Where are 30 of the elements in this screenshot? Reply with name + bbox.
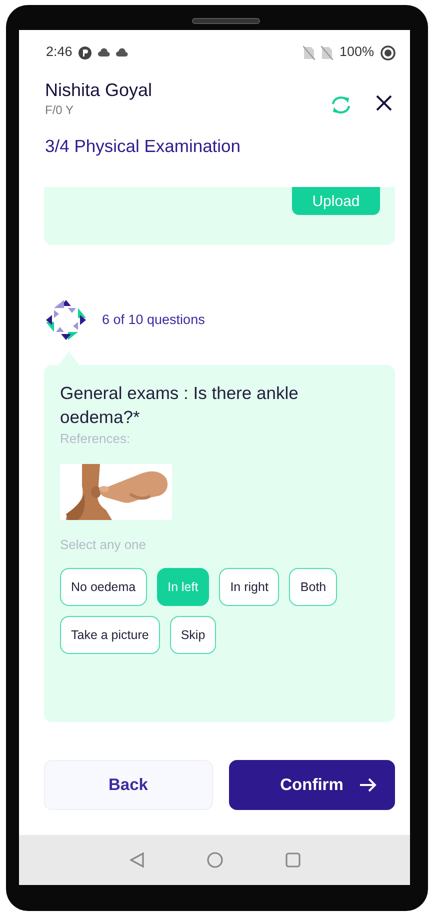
back-nav-icon[interactable] — [128, 852, 144, 868]
battery-icon — [380, 44, 396, 60]
speaker-grille — [192, 18, 260, 24]
question-count: 6 of 10 questions — [102, 310, 205, 329]
patient-info: F/0 Y — [45, 102, 74, 119]
status-time: 2:46 — [46, 43, 72, 62]
battery-percentage: 100% — [339, 43, 374, 62]
references-label: References: — [60, 430, 132, 448]
question-text: General exams : Is there ankle oedema?* — [60, 382, 300, 429]
no-sim-icon — [303, 46, 316, 60]
patient-name: Nishita Goyal — [45, 79, 154, 101]
confirm-button[interactable]: Confirm — [228, 760, 395, 810]
refresh-icon[interactable] — [330, 95, 352, 115]
close-icon[interactable] — [376, 95, 392, 111]
arrow-right-icon — [359, 777, 377, 793]
home-nav-icon[interactable] — [206, 852, 222, 868]
option-chip[interactable]: Take a picture — [60, 616, 160, 654]
instruction-text: Select any one — [60, 536, 148, 554]
option-chip[interactable]: Skip — [170, 616, 216, 654]
back-button[interactable]: Back — [44, 760, 212, 810]
section-title: 3/4 Physical Examination — [45, 135, 242, 158]
no-sim-icon — [321, 46, 334, 60]
option-chip[interactable]: Both — [289, 568, 338, 606]
recents-nav-icon[interactable] — [284, 852, 300, 868]
notification-icon — [78, 46, 92, 60]
cloud-icon — [98, 48, 110, 57]
cloud-icon — [116, 48, 128, 57]
option-chip[interactable]: In right — [219, 568, 280, 606]
option-chip[interactable]: No oedema — [60, 568, 147, 606]
logo-icon — [44, 298, 88, 342]
